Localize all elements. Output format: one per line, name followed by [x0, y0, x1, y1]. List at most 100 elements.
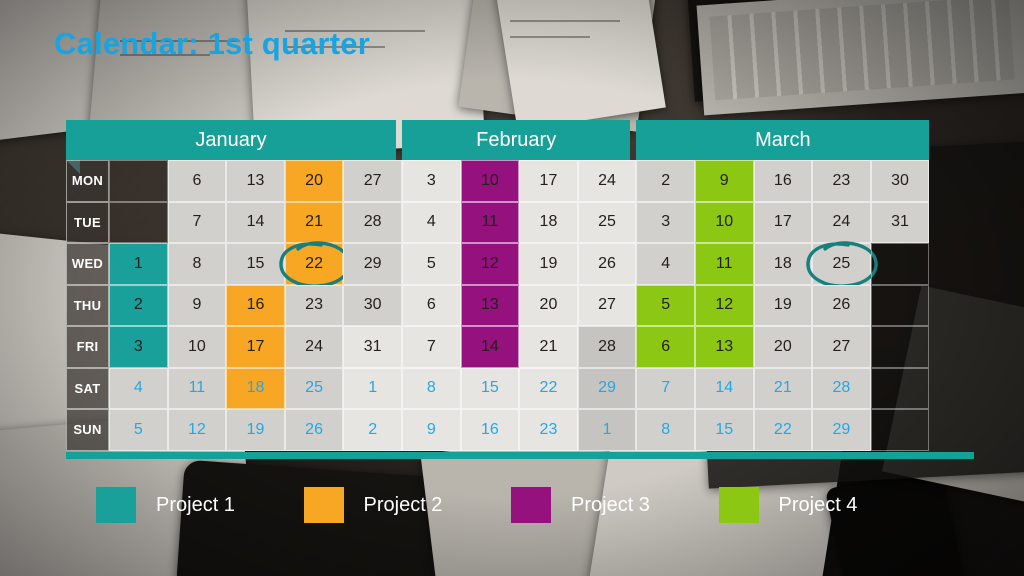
day-cell[interactable]: 3 [401, 160, 461, 202]
day-cell[interactable]: 20 [753, 326, 813, 368]
day-cell[interactable]: 3 [109, 326, 168, 368]
day-cell[interactable]: 29 [577, 367, 637, 409]
day-cell[interactable]: 8 [167, 243, 227, 285]
day-cell[interactable] [109, 160, 168, 202]
day-cell[interactable]: 22 [279, 241, 351, 288]
day-cell[interactable]: 21 [519, 326, 578, 368]
day-cell[interactable] [870, 409, 930, 451]
legend-item-project-4[interactable]: Project 4 [718, 487, 927, 523]
day-cell[interactable]: 27 [812, 326, 871, 368]
day-cell[interactable]: 26 [284, 409, 344, 451]
day-cell[interactable]: 14 [226, 201, 285, 243]
day-cell[interactable]: 28 [577, 326, 637, 368]
day-cell[interactable]: 7 [401, 326, 461, 368]
legend-item-project-3[interactable]: Project 3 [511, 487, 719, 523]
day-cell[interactable]: 26 [812, 284, 871, 326]
day-cell[interactable]: 12 [167, 409, 227, 451]
day-cell[interactable]: 27 [577, 284, 637, 326]
day-cell[interactable]: 9 [401, 409, 461, 451]
legend-item-project-2[interactable]: Project 2 [303, 487, 512, 523]
day-cell[interactable]: 15 [694, 409, 754, 451]
legend-item-project-1[interactable]: Project 1 [96, 487, 304, 523]
day-cell[interactable]: 9 [694, 160, 754, 202]
day-cell[interactable]: 4 [109, 367, 168, 409]
day-cell[interactable] [109, 201, 168, 243]
day-cell[interactable] [870, 367, 930, 409]
day-cell[interactable]: 4 [636, 243, 695, 285]
day-cell[interactable]: 18 [226, 367, 285, 409]
day-cell[interactable]: 31 [343, 326, 402, 368]
day-cell[interactable]: 19 [226, 409, 285, 451]
day-cell[interactable]: 10 [694, 201, 754, 243]
day-cell[interactable]: 1 [577, 409, 637, 451]
day-cell[interactable]: 29 [343, 243, 402, 285]
day-cell[interactable]: 15 [460, 367, 520, 409]
day-cell[interactable]: 16 [460, 409, 520, 451]
day-cell[interactable]: 11 [167, 367, 227, 409]
day-cell[interactable]: 24 [812, 201, 871, 243]
day-cell[interactable]: 9 [167, 284, 227, 326]
day-cell[interactable]: 21 [753, 367, 813, 409]
day-cell[interactable]: 20 [284, 160, 344, 202]
day-cell[interactable]: 29 [812, 409, 871, 451]
day-cell[interactable]: 6 [401, 284, 461, 326]
day-cell[interactable]: 8 [636, 409, 695, 451]
day-cell[interactable]: 7 [167, 201, 227, 243]
day-cell[interactable]: 12 [460, 243, 520, 285]
day-cell[interactable]: 28 [343, 201, 402, 243]
day-cell[interactable]: 31 [870, 201, 930, 243]
day-cell[interactable]: 17 [226, 326, 285, 368]
day-cell[interactable]: 14 [460, 326, 520, 368]
day-cell[interactable]: 22 [753, 409, 813, 451]
day-cell[interactable]: 18 [753, 243, 813, 285]
day-cell[interactable]: 11 [460, 201, 520, 243]
day-cell[interactable]: 27 [343, 160, 402, 202]
day-cell[interactable]: 22 [519, 367, 578, 409]
day-cell[interactable]: 16 [226, 284, 285, 326]
day-cell[interactable]: 24 [284, 326, 344, 368]
day-cell[interactable]: 10 [167, 326, 227, 368]
day-cell[interactable]: 13 [694, 326, 754, 368]
day-cell[interactable]: 2 [343, 409, 402, 451]
day-cell[interactable]: 17 [753, 201, 813, 243]
day-cell[interactable]: 12 [694, 284, 754, 326]
day-cell[interactable]: 1 [343, 367, 402, 409]
day-cell[interactable]: 28 [812, 367, 871, 409]
day-cell[interactable] [870, 326, 930, 368]
day-cell[interactable]: 21 [284, 201, 344, 243]
day-cell[interactable]: 18 [519, 201, 578, 243]
day-cell[interactable] [870, 243, 930, 285]
day-cell[interactable]: 25 [577, 201, 637, 243]
day-cell[interactable]: 20 [519, 284, 578, 326]
day-cell[interactable]: 30 [870, 160, 930, 202]
day-cell[interactable]: 23 [519, 409, 578, 451]
day-cell[interactable]: 10 [460, 160, 520, 202]
day-cell[interactable]: 3 [636, 201, 695, 243]
day-cell[interactable]: 7 [636, 367, 695, 409]
day-cell[interactable]: 15 [226, 243, 285, 285]
day-cell[interactable]: 19 [519, 243, 578, 285]
day-cell[interactable]: 11 [694, 243, 754, 285]
day-cell[interactable]: 23 [284, 284, 344, 326]
day-cell[interactable]: 6 [167, 160, 227, 202]
day-cell[interactable]: 1 [109, 243, 168, 285]
day-cell[interactable]: 26 [577, 243, 637, 285]
day-cell[interactable]: 6 [636, 326, 695, 368]
day-cell[interactable]: 2 [636, 160, 695, 202]
day-cell[interactable]: 25 [284, 367, 344, 409]
day-cell[interactable]: 4 [401, 201, 461, 243]
day-cell[interactable]: 16 [753, 160, 813, 202]
day-cell[interactable]: 13 [460, 284, 520, 326]
day-cell[interactable] [870, 284, 930, 326]
day-cell[interactable]: 24 [577, 160, 637, 202]
day-cell[interactable]: 14 [694, 367, 754, 409]
day-cell[interactable]: 13 [226, 160, 285, 202]
day-cell[interactable]: 17 [519, 160, 578, 202]
day-cell[interactable]: 5 [636, 284, 695, 326]
day-cell[interactable]: 19 [753, 284, 813, 326]
day-cell[interactable]: 30 [343, 284, 402, 326]
day-cell[interactable]: 2 [109, 284, 168, 326]
day-cell[interactable]: 8 [401, 367, 461, 409]
day-cell[interactable]: 23 [812, 160, 871, 202]
day-cell[interactable]: 5 [401, 243, 461, 285]
